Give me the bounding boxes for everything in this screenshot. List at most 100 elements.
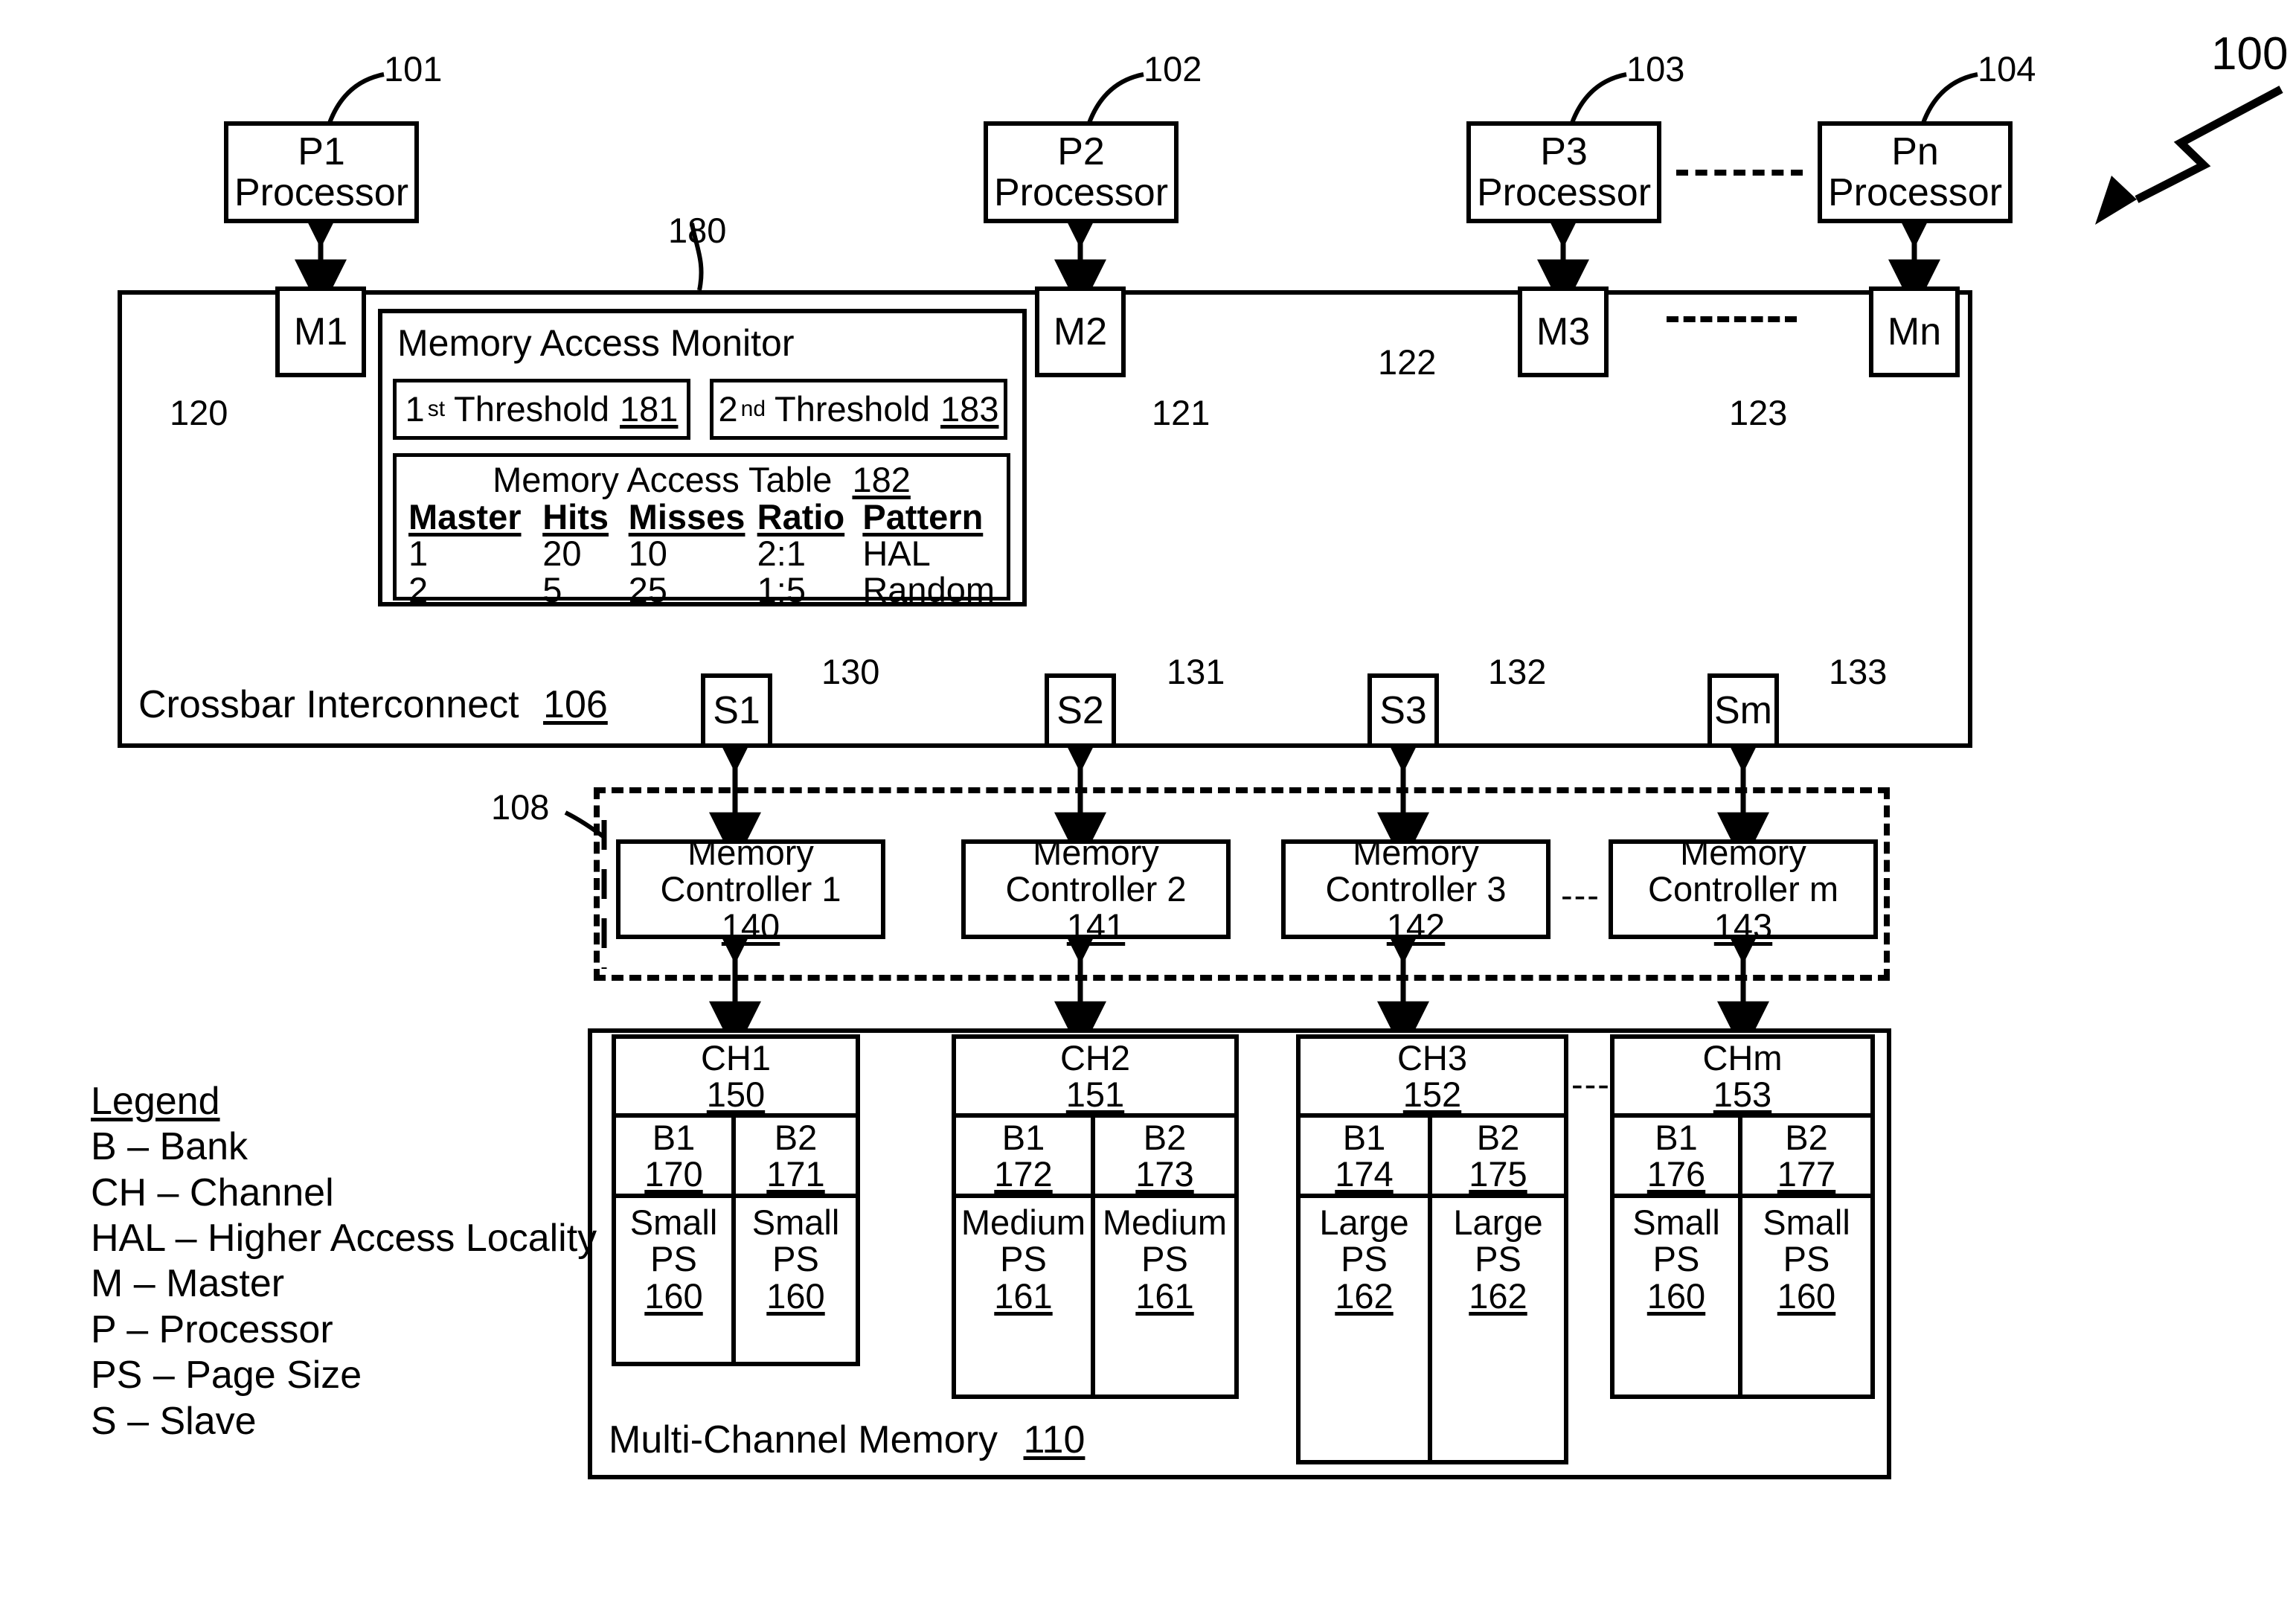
page-size-ref: 160 bbox=[644, 1275, 703, 1316]
controller-line2: Controller 2 bbox=[1005, 869, 1187, 909]
channel-ref: 152 bbox=[1402, 1075, 1462, 1114]
controller-line1: Memory bbox=[687, 832, 814, 872]
cell-misses: 25 bbox=[628, 570, 667, 610]
multi-channel-memory-label: Multi-Channel Memory 110 bbox=[609, 1420, 1085, 1461]
threshold-ref: 181 bbox=[620, 389, 679, 429]
threshold-ordinal-suffix: st bbox=[427, 397, 446, 422]
table-title: Memory Access Table bbox=[493, 460, 833, 499]
page-size-ref: 161 bbox=[994, 1275, 1053, 1316]
bank-ref: 171 bbox=[766, 1154, 825, 1194]
bank-b2-pagesize: Medium PS 161 bbox=[1095, 1198, 1234, 1395]
page-size-value: Large bbox=[1319, 1203, 1409, 1242]
bank-b1-header: B1 172 bbox=[956, 1118, 1095, 1194]
legend-entry-processor: P – Processor bbox=[91, 1307, 333, 1351]
page-size-ref: 161 bbox=[1135, 1275, 1194, 1316]
crossbar-ref: 106 bbox=[543, 683, 608, 726]
crossbar-label: Crossbar Interconnect 106 bbox=[138, 685, 608, 726]
page-size-value: Small bbox=[751, 1203, 840, 1242]
master-label: M2 bbox=[1053, 310, 1108, 353]
crossbar-label-text: Crossbar Interconnect bbox=[138, 683, 519, 726]
processor-box-p1: P1 Processor bbox=[224, 121, 419, 223]
bank-name: B1 bbox=[1342, 1117, 1386, 1157]
slave-port-s1: S1 bbox=[701, 673, 772, 748]
bank-name: B2 bbox=[1785, 1117, 1828, 1157]
monitor-title: Memory Access Monitor bbox=[397, 322, 795, 364]
ref-108: 108 bbox=[491, 787, 550, 827]
cell-master: 2 bbox=[408, 570, 429, 610]
table-title-row: Memory Access Table 182 bbox=[408, 461, 995, 498]
patent-figure: 100 P1 Processor 101 P2 Processor 102 P3… bbox=[0, 0, 2296, 1617]
page-size-ref: 160 bbox=[1646, 1275, 1706, 1316]
processor-role: Processor bbox=[1476, 170, 1652, 214]
column-header-pattern: Pattern bbox=[862, 497, 984, 537]
processor-name: Pn bbox=[1891, 129, 1939, 173]
ref-131: 131 bbox=[1167, 652, 1225, 691]
table-row: 1 20 10 2:1 HAL bbox=[408, 534, 995, 574]
controller-line2: Controller 3 bbox=[1325, 869, 1507, 909]
page-size-ref: 162 bbox=[1469, 1275, 1527, 1316]
cell-hits: 5 bbox=[542, 570, 562, 610]
threshold-prefix: 1 bbox=[405, 389, 425, 429]
page-size-label: PS bbox=[772, 1239, 819, 1279]
processor-box-p2: P2 Processor bbox=[984, 121, 1179, 223]
bank-b1-header: B1 174 bbox=[1301, 1118, 1432, 1194]
slave-port-sm: Sm bbox=[1707, 673, 1779, 748]
bank-b2-header: B2 171 bbox=[736, 1118, 856, 1194]
ref-130: 130 bbox=[821, 652, 880, 691]
channel-ch2: CH2 151 B1 172 B2 173 Medium PS 161 Medi… bbox=[952, 1034, 1239, 1399]
ref-123: 123 bbox=[1729, 393, 1788, 432]
processor-name: P2 bbox=[1057, 129, 1105, 173]
bank-b2-pagesize: Large PS 162 bbox=[1432, 1198, 1564, 1460]
channel-name: CH3 bbox=[1396, 1037, 1468, 1078]
memory-ref: 110 bbox=[1023, 1418, 1086, 1461]
controller-line1: Memory bbox=[1353, 832, 1479, 872]
threshold-ref: 183 bbox=[940, 389, 999, 429]
master-ellipsis-dashes bbox=[1667, 316, 1797, 322]
page-size-ref: 160 bbox=[766, 1275, 825, 1316]
ref-101: 101 bbox=[384, 49, 443, 89]
ref-121: 121 bbox=[1152, 393, 1210, 432]
legend-entry-master: M – Master bbox=[91, 1262, 285, 1306]
bank-b2-header: B2 173 bbox=[1095, 1118, 1234, 1194]
legend: Legend B – Bank CH – Channel HAL – Highe… bbox=[91, 1079, 597, 1444]
channel-ref: 151 bbox=[1065, 1075, 1125, 1114]
channel-name: CH2 bbox=[1059, 1037, 1131, 1078]
memory-access-monitor-box: Memory Access Monitor 1 st Threshold 181… bbox=[378, 309, 1027, 610]
slave-label: Sm bbox=[1714, 688, 1772, 732]
page-size-label: PS bbox=[650, 1239, 697, 1279]
channel-name: CHm bbox=[1702, 1037, 1783, 1078]
bank-ref: 172 bbox=[994, 1154, 1053, 1194]
slave-port-s2: S2 bbox=[1045, 673, 1116, 748]
bank-name: B2 bbox=[1476, 1117, 1520, 1157]
channel-ellipsis: --- bbox=[1571, 1064, 1611, 1104]
bank-b2-pagesize: Small PS 160 bbox=[736, 1198, 856, 1362]
master-port-m3: M3 bbox=[1518, 286, 1609, 377]
bank-b1-header: B1 170 bbox=[616, 1118, 736, 1194]
cell-ratio: 2:1 bbox=[757, 534, 806, 574]
first-threshold-box: 1 st Threshold 181 bbox=[393, 379, 690, 440]
bank-name: B1 bbox=[652, 1117, 696, 1157]
bank-name: B2 bbox=[774, 1117, 818, 1157]
threshold-word: Threshold bbox=[775, 389, 931, 429]
page-size-label: PS bbox=[1141, 1239, 1188, 1279]
second-threshold-box: 2 nd Threshold 183 bbox=[710, 379, 1007, 440]
page-size-value: Small bbox=[1632, 1203, 1720, 1242]
page-size-label: PS bbox=[1783, 1239, 1830, 1279]
bank-b1-pagesize: Small PS 160 bbox=[616, 1198, 736, 1362]
cell-ratio: 1:5 bbox=[757, 570, 806, 610]
table-row: 2 5 25 1:5 Random bbox=[408, 570, 995, 610]
legend-entry-bank: B – Bank bbox=[91, 1125, 248, 1169]
threshold-word: Threshold bbox=[454, 389, 610, 429]
ref-103: 103 bbox=[1626, 49, 1685, 89]
page-size-label: PS bbox=[1475, 1239, 1521, 1279]
bank-b1-pagesize: Large PS 162 bbox=[1301, 1198, 1432, 1460]
bank-b1-pagesize: Small PS 160 bbox=[1614, 1198, 1742, 1395]
processor-role: Processor bbox=[234, 170, 409, 214]
slave-label: S1 bbox=[713, 688, 760, 732]
master-port-mn: Mn bbox=[1869, 286, 1960, 377]
bank-ref: 174 bbox=[1335, 1154, 1394, 1194]
ref-120: 120 bbox=[170, 393, 228, 432]
controller-line2: Controller 1 bbox=[660, 869, 841, 909]
page-size-label: PS bbox=[1341, 1239, 1388, 1279]
column-header-hits: Hits bbox=[542, 497, 609, 537]
